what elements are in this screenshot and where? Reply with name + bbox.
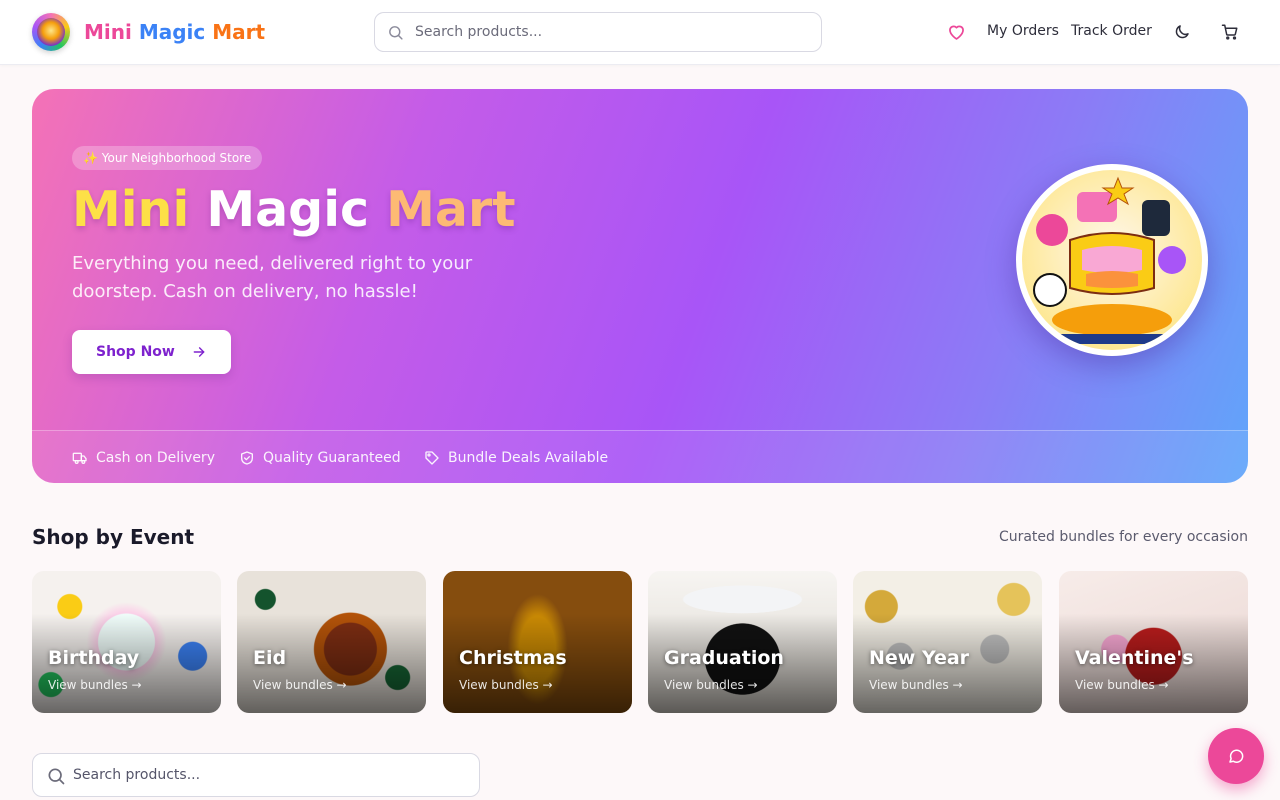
shop-now-label: Shop Now: [96, 344, 175, 360]
header-search-input[interactable]: [415, 13, 810, 51]
hero-logo: [1016, 164, 1208, 356]
event-card-birthday[interactable]: Birthday View bundles →: [32, 571, 221, 713]
feature-label: Bundle Deals Available: [448, 450, 609, 466]
hero-title-word-magic: Magic: [206, 181, 370, 238]
search-icon: [389, 26, 403, 40]
hero-feature-bar: Cash on Delivery Quality Guaranteed Bund…: [32, 430, 1248, 483]
product-search: [32, 753, 480, 797]
view-bundles-link[interactable]: View bundles →: [459, 678, 553, 692]
site-header: Mini Magic Mart My Orders Track Order: [0, 0, 1280, 65]
moon-icon[interactable]: [1173, 23, 1191, 41]
view-bundles-link[interactable]: View bundles →: [1075, 678, 1169, 692]
view-bundles-link[interactable]: View bundles →: [664, 678, 758, 692]
feature-quality-guaranteed: Quality Guaranteed: [239, 449, 401, 467]
view-bundles-link[interactable]: View bundles →: [48, 678, 142, 692]
my-orders-link[interactable]: My Orders: [987, 23, 1059, 39]
shop-by-event-title: Shop by Event: [32, 525, 195, 549]
feature-label: Quality Guaranteed: [263, 450, 401, 466]
heart-icon[interactable]: [946, 21, 967, 42]
event-name: Birthday: [48, 647, 140, 669]
feature-cash-on-delivery: Cash on Delivery: [72, 449, 215, 467]
event-card-eid[interactable]: Eid View bundles →: [237, 571, 426, 713]
event-card-valentines[interactable]: Valentine's View bundles →: [1059, 571, 1248, 713]
store-logo-icon[interactable]: [32, 13, 70, 51]
event-name: Christmas: [459, 647, 567, 669]
feature-bundle-deals: Bundle Deals Available: [424, 449, 608, 467]
hero-badge: ✨ Your Neighborhood Store: [72, 146, 263, 170]
store-logo-art: [1022, 170, 1202, 350]
hero-banner: ✨ Your Neighborhood Store Mini Magic Mar…: [32, 89, 1248, 483]
view-bundles-link[interactable]: View bundles →: [869, 678, 963, 692]
brand-word-mini: Mini: [84, 20, 132, 44]
view-bundles-link[interactable]: View bundles →: [253, 678, 347, 692]
brand-word-magic: Magic: [138, 20, 206, 44]
chat-bubble-icon: [1229, 749, 1244, 763]
event-name: New Year: [869, 647, 970, 669]
hero-title-word-mart: Mart: [386, 181, 516, 238]
hero-subtitle: Everything you need, delivered right to …: [72, 253, 473, 302]
brand-word-mart: Mart: [212, 20, 266, 44]
arrow-right-icon: [193, 347, 205, 357]
hero-title-word-mini: Mini: [72, 181, 190, 238]
truck-icon: [72, 452, 87, 464]
event-card-christmas[interactable]: Christmas View bundles →: [443, 571, 632, 713]
event-name: Eid: [253, 647, 287, 669]
event-card-graduation[interactable]: Graduation View bundles →: [648, 571, 837, 713]
search-icon: [48, 768, 65, 785]
product-search-input[interactable]: [73, 754, 468, 796]
event-card-new-year[interactable]: New Year View bundles →: [853, 571, 1042, 713]
header-search: [374, 12, 822, 52]
shop-by-event-note: Curated bundles for every occasion: [998, 529, 1248, 545]
shield-check-icon: [241, 451, 253, 465]
hero-title: Mini Magic Mart: [72, 181, 516, 238]
tag-icon: [425, 451, 439, 465]
event-name: Valentine's: [1075, 647, 1194, 669]
brand-name[interactable]: Mini Magic Mart: [84, 20, 265, 44]
track-order-link[interactable]: Track Order: [1071, 23, 1152, 39]
shop-now-button[interactable]: Shop Now: [72, 330, 231, 374]
store-logo-image: [1022, 170, 1202, 350]
chat-button[interactable]: [1208, 728, 1264, 784]
feature-label: Cash on Delivery: [96, 450, 215, 466]
cart-icon[interactable]: [1221, 23, 1239, 41]
event-name: Graduation: [664, 647, 784, 669]
